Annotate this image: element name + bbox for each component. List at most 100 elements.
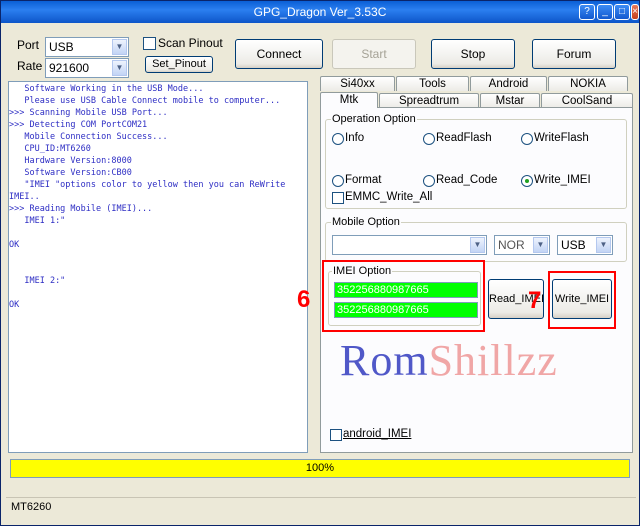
tab-si40xx[interactable]: Si40xx: [320, 76, 395, 91]
chevron-down-icon[interactable]: ▼: [112, 39, 127, 55]
log-text: OK: [9, 300, 20, 310]
scan-pinout-label: Scan Pinout: [158, 36, 223, 50]
android-imei-checkbox[interactable]: [330, 429, 342, 441]
mobile-port-select[interactable]: USB ▼: [557, 235, 613, 255]
progress-text: 100%: [305, 462, 335, 474]
log-line: Software Version:CB00: [9, 167, 307, 179]
log-line: Please use USB Cable Connect mobile to c…: [9, 95, 307, 107]
mobile-model-select[interactable]: ▼: [332, 235, 487, 255]
scan-pinout-checkbox[interactable]: [143, 37, 156, 50]
port-value: USB: [49, 40, 74, 54]
log-text: Software Working in the USB Mode...: [24, 84, 204, 94]
connect-button[interactable]: Connect: [235, 39, 323, 69]
watermark-part2: Shillzz: [428, 336, 558, 385]
tab-mstar[interactable]: Mstar: [480, 93, 540, 108]
log-text: IMEI 2:": [24, 276, 66, 286]
title-bar: GPG_Dragon Ver_3.53C ? _ □ ×: [1, 1, 639, 23]
progress-bar: 100%: [10, 459, 630, 478]
log-text: "IMEI "options color to yellow then you …: [24, 180, 286, 190]
log-text: Reading Mobile (IMEI)...: [24, 204, 153, 214]
tab-nokia[interactable]: NOKIA: [548, 76, 628, 91]
forum-button[interactable]: Forum: [532, 39, 616, 69]
tab-mtk[interactable]: Mtk: [320, 92, 378, 108]
close-icon[interactable]: ×: [631, 4, 639, 20]
log-text: IMEI..: [9, 192, 40, 202]
tab-tools[interactable]: Tools: [396, 76, 469, 91]
log-prefix: >>>: [9, 120, 25, 130]
chevron-down-icon[interactable]: ▼: [533, 237, 548, 253]
tab-android[interactable]: Android: [470, 76, 547, 91]
app-window: GPG_Dragon Ver_3.53C ? _ □ × Port USB ▼ …: [0, 0, 640, 526]
port-label: Port: [17, 38, 40, 52]
writeflash-radio[interactable]: [521, 133, 533, 145]
emmc-write-all-label: EMMC_Write_All: [345, 191, 433, 203]
annotation-box-6: [322, 260, 485, 332]
log-text: OK: [9, 240, 20, 250]
operation-option-title: Operation Option: [331, 113, 417, 125]
log-prefix: [9, 168, 24, 178]
log-prefix: [9, 276, 24, 286]
log-line: OK: [9, 239, 307, 251]
mobile-option-title: Mobile Option: [331, 216, 401, 228]
write-imei-radio[interactable]: [521, 175, 533, 187]
chevron-down-icon[interactable]: ▼: [112, 60, 127, 76]
log-text: Software Version:CB00: [24, 168, 132, 178]
android-imei-label: android_IMEI: [343, 428, 412, 440]
log-prefix: [9, 84, 24, 94]
write-imei-label: Write_IMEI: [534, 174, 591, 186]
annotation-number-6: 6: [297, 286, 311, 313]
format-label: Format: [345, 174, 382, 186]
read-code-radio[interactable]: [423, 175, 435, 187]
log-text: Please use USB Cable Connect mobile to c…: [24, 96, 281, 106]
annotation-box-7: [548, 271, 616, 329]
log-line: CPU_ID:MT6260: [9, 143, 307, 155]
log-text: Hardware Version:8000: [24, 156, 132, 166]
log-line: Mobile Connection Success...: [9, 131, 307, 143]
log-line: Software Working in the USB Mode...: [9, 83, 307, 95]
log-text: IMEI 1:": [24, 216, 66, 226]
tab-coolsand[interactable]: CoolSand: [541, 93, 633, 108]
log-line: >>> Detecting COM PortCOM21: [9, 119, 307, 131]
rate-value: 921600: [49, 61, 90, 75]
chevron-down-icon[interactable]: ▼: [596, 237, 611, 253]
log-line: OK: [9, 299, 307, 311]
readflash-radio[interactable]: [423, 133, 435, 145]
minimize-icon[interactable]: _: [597, 4, 613, 20]
log-prefix: [9, 180, 24, 190]
read-code-label: Read_Code: [436, 174, 498, 186]
stop-button[interactable]: Stop: [431, 39, 515, 69]
start-button[interactable]: Start: [332, 39, 416, 69]
watermark-part1: Rom: [340, 336, 429, 385]
log-prefix: >>>: [9, 108, 25, 118]
status-chip: MT6260: [11, 501, 52, 513]
log-text: Scanning Mobile USB Port...: [24, 108, 168, 118]
flash-type-select[interactable]: NOR ▼: [494, 235, 550, 255]
port-select[interactable]: USB ▼: [45, 37, 129, 57]
readflash-label: ReadFlash: [436, 132, 492, 144]
format-radio[interactable]: [332, 175, 344, 187]
log-prefix: [9, 144, 24, 154]
log-output[interactable]: Software Working in the USB Mode... Plea…: [8, 81, 308, 453]
info-radio[interactable]: [332, 133, 344, 145]
log-line: IMEI 2:": [9, 275, 307, 287]
log-line: IMEI 1:": [9, 215, 307, 227]
log-prefix: [9, 132, 24, 142]
info-label: Info: [345, 132, 365, 144]
maximize-icon[interactable]: □: [614, 4, 630, 20]
rate-label: Rate: [17, 59, 43, 73]
rate-select[interactable]: 921600 ▼: [45, 58, 129, 78]
set-pinout-button[interactable]: Set_Pinout: [145, 56, 213, 73]
chevron-down-icon[interactable]: ▼: [470, 237, 485, 253]
tab-spreadtrum[interactable]: Spreadtrum: [379, 93, 479, 108]
log-line: IMEI..: [9, 191, 307, 203]
log-prefix: [9, 216, 24, 226]
window-title: GPG_Dragon Ver_3.53C: [253, 5, 387, 19]
log-line: "IMEI "options color to yellow then you …: [9, 179, 307, 191]
log-prefix: [9, 96, 24, 106]
help-icon[interactable]: ?: [579, 4, 595, 20]
emmc-write-all-checkbox[interactable]: [332, 192, 344, 204]
